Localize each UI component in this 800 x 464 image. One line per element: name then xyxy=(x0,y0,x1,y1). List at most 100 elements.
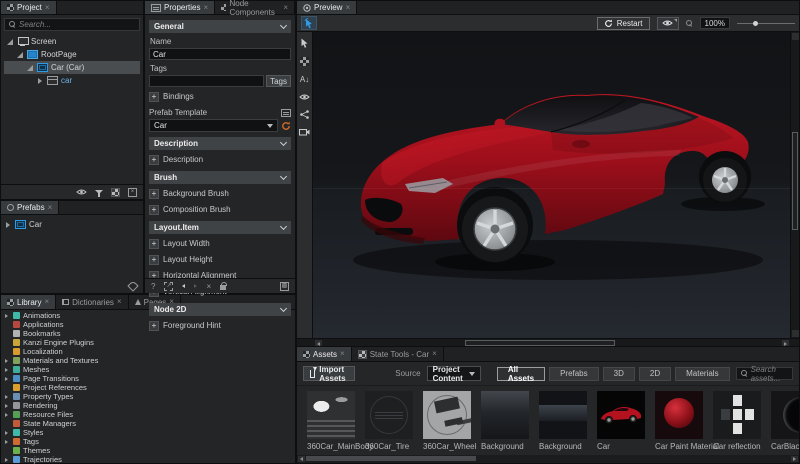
zoom-level[interactable]: 100% xyxy=(700,17,730,29)
prefab-tools-icon[interactable] xyxy=(127,280,138,291)
library-item-project-references[interactable]: Project References xyxy=(3,383,295,392)
camera-tool-icon[interactable] xyxy=(299,128,310,136)
scroll-up-icon[interactable] xyxy=(792,33,799,40)
help-icon[interactable]: ? xyxy=(151,282,155,291)
asset-thumbnail[interactable] xyxy=(423,391,471,439)
preview-vscrollbar[interactable] xyxy=(790,32,799,338)
prefab-template-menu-icon[interactable] xyxy=(281,109,291,117)
add-bindings-row[interactable]: + Bindings xyxy=(149,90,291,103)
asset-thumbnail[interactable] xyxy=(481,391,529,439)
tab-project[interactable]: Project × xyxy=(1,1,57,14)
library-item-localization[interactable]: Localization xyxy=(3,347,295,356)
asset-item-360car-wheel[interactable]: 360Car_Wheel xyxy=(423,391,471,451)
zoom-slider[interactable] xyxy=(737,17,795,29)
close-icon[interactable]: × xyxy=(340,350,345,358)
plus-icon[interactable]: + xyxy=(149,239,159,249)
unpin-icon[interactable]: × xyxy=(206,282,211,291)
visibility-filter-icon[interactable] xyxy=(76,188,87,196)
close-icon[interactable]: × xyxy=(117,298,122,306)
source-dropdown[interactable]: Project Content xyxy=(427,366,481,381)
tab-prefabs[interactable]: Prefabs × xyxy=(1,201,59,214)
library-item-styles[interactable]: Styles xyxy=(3,428,295,437)
close-icon[interactable]: × xyxy=(48,204,53,212)
expand-arrow-icon[interactable] xyxy=(4,222,12,228)
tab-node-components[interactable]: Node Components× xyxy=(215,1,295,14)
asset-thumbnail[interactable] xyxy=(307,391,355,439)
select-tool-icon[interactable] xyxy=(300,38,309,48)
expand-arrow-icon[interactable] xyxy=(3,395,10,399)
expand-arrow-icon[interactable] xyxy=(36,78,44,84)
library-item-themes[interactable]: Themes xyxy=(3,446,295,455)
close-icon[interactable]: × xyxy=(203,4,208,12)
tab-library[interactable]: Library× xyxy=(1,295,56,309)
assets-hscroll-thumb[interactable] xyxy=(306,456,476,461)
prefab-item-car[interactable]: Car xyxy=(4,218,140,231)
expand-arrow-icon[interactable] xyxy=(26,65,34,71)
filter-icon[interactable] xyxy=(95,190,103,194)
filter-all-assets[interactable]: All Assets xyxy=(497,367,545,381)
scroll-left-icon[interactable] xyxy=(298,456,305,462)
asset-item-carblack[interactable]: CarBlack xyxy=(771,391,799,451)
close-icon[interactable]: × xyxy=(44,298,49,306)
asset-thumbnail[interactable] xyxy=(597,391,645,439)
tree-item-screen[interactable]: Screen xyxy=(4,35,140,48)
library-item-rendering[interactable]: Rendering xyxy=(3,401,295,410)
interact-mode-button[interactable] xyxy=(301,16,317,30)
tags-button[interactable]: Tags xyxy=(266,75,291,87)
property-row-layout-height[interactable]: +Layout Height xyxy=(149,253,291,266)
expand-arrow-icon[interactable] xyxy=(3,431,10,435)
text-tool-icon[interactable]: A↓ xyxy=(300,75,309,84)
asset-thumbnail[interactable] xyxy=(713,391,761,439)
expand-arrow-icon[interactable] xyxy=(3,404,10,408)
expand-arrow-icon[interactable] xyxy=(6,39,14,45)
prefab-refresh-icon[interactable] xyxy=(281,121,291,131)
section-layout-item[interactable]: Layout.Item xyxy=(149,221,291,234)
asset-item-car-paint-material[interactable]: Car Paint Material xyxy=(655,391,703,451)
plus-icon[interactable]: + xyxy=(149,155,159,165)
section-node-2d[interactable]: Node 2D xyxy=(149,303,291,316)
checker-background-icon[interactable] xyxy=(111,188,120,197)
asset-item-background[interactable]: Background xyxy=(539,391,587,451)
property-row-foreground-hint[interactable]: +Foreground Hint xyxy=(149,319,291,332)
tags-field[interactable] xyxy=(149,75,264,87)
preview-visibility-button[interactable] xyxy=(657,17,679,30)
filter-2d[interactable]: 2D xyxy=(639,367,671,381)
visibility-tool-icon[interactable] xyxy=(299,93,310,101)
expand-arrow-icon[interactable] xyxy=(3,413,10,417)
asset-thumbnail[interactable] xyxy=(771,391,799,439)
property-row-background-brush[interactable]: +Background Brush xyxy=(149,187,291,200)
tab-dictionaries[interactable]: Dictionaries× xyxy=(56,295,128,309)
zoom-slider-knob[interactable] xyxy=(753,21,758,26)
tab-assets[interactable]: Assets× xyxy=(297,347,352,361)
tab-preview[interactable]: Preview × xyxy=(297,1,357,14)
asset-item-car[interactable]: Car xyxy=(597,391,645,451)
vscroll-thumb[interactable] xyxy=(792,132,798,230)
library-item-materials-and-textures[interactable]: Materials and Textures xyxy=(3,356,295,365)
plus-icon[interactable]: + xyxy=(149,321,159,331)
restart-button[interactable]: Restart xyxy=(597,17,650,30)
property-row-description[interactable]: +Description xyxy=(149,153,291,166)
plus-icon[interactable]: + xyxy=(149,92,159,102)
lock-icon[interactable] xyxy=(220,285,226,290)
assets-hscrollbar[interactable] xyxy=(297,455,799,463)
library-item-meshes[interactable]: Meshes xyxy=(3,365,295,374)
expand-arrow-icon[interactable] xyxy=(3,359,10,363)
expand-arrow-icon[interactable] xyxy=(16,52,24,58)
import-assets-button[interactable]: Import Assets xyxy=(303,366,355,381)
tree-item-car[interactable]: car xyxy=(4,74,140,87)
asset-item-360car-mainbody[interactable]: 360Car_MainBody xyxy=(307,391,355,451)
close-icon[interactable]: × xyxy=(432,350,437,358)
filter-materials[interactable]: Materials xyxy=(675,367,729,381)
scroll-right-icon[interactable] xyxy=(791,456,798,462)
forward-icon[interactable] xyxy=(194,284,197,288)
section-general[interactable]: General xyxy=(149,20,291,33)
expand-arrow-icon[interactable] xyxy=(3,458,10,462)
library-item-page-transitions[interactable]: Page Transitions xyxy=(3,374,295,383)
tab-state-tools-car[interactable]: State Tools - Car× xyxy=(352,347,444,361)
library-item-resource-files[interactable]: Resource Files xyxy=(3,410,295,419)
popout-icon[interactable]: ↗ xyxy=(164,282,173,291)
asset-item-background[interactable]: Background xyxy=(481,391,529,451)
asset-thumbnail[interactable] xyxy=(655,391,703,439)
close-icon[interactable]: × xyxy=(345,4,350,12)
asset-thumbnail[interactable] xyxy=(365,391,413,439)
